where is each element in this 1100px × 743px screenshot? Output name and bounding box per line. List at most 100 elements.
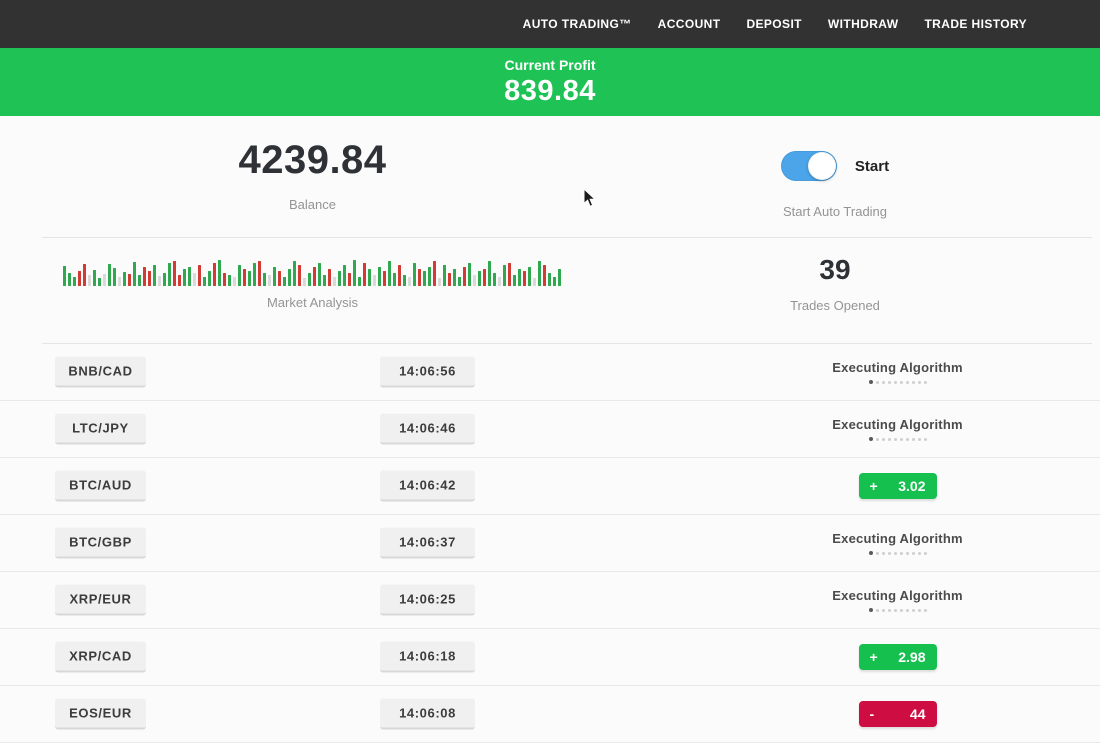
chart-bar xyxy=(188,267,191,286)
chart-bar xyxy=(523,271,526,286)
progress-dot xyxy=(912,552,915,555)
progress-dot xyxy=(918,438,921,441)
trade-status: Executing Algorithm xyxy=(790,401,1005,457)
result-value: 2.98 xyxy=(898,649,925,665)
chart-bar xyxy=(193,273,196,286)
trade-list: BNB/CAD14:06:56Executing AlgorithmLTC/JP… xyxy=(0,344,1100,743)
time-badge: 14:06:37 xyxy=(380,528,475,559)
chart-bar xyxy=(328,269,331,286)
progress-dot xyxy=(888,552,891,555)
progress-dot xyxy=(900,609,903,612)
profit-badge: +2.98 xyxy=(859,644,937,670)
progress-dots xyxy=(869,437,927,441)
pair-badge: BNB/CAD xyxy=(55,357,146,388)
chart-bar xyxy=(268,275,271,286)
progress-dot xyxy=(876,438,879,441)
progress-dot xyxy=(869,551,873,555)
current-profit-banner: Current Profit 839.84 xyxy=(0,48,1100,116)
chart-bar xyxy=(388,261,391,286)
current-profit-label: Current Profit xyxy=(505,57,596,73)
progress-dot xyxy=(869,608,873,612)
result-value: 44 xyxy=(910,706,926,722)
trade-row: BTC/AUD14:06:42+3.02 xyxy=(0,458,1100,515)
account-stats-section: 4239.84 Balance Start Start Auto Trading xyxy=(0,116,1100,237)
chart-bar xyxy=(273,267,276,286)
current-profit-value: 839.84 xyxy=(504,75,596,108)
chart-bar xyxy=(483,269,486,286)
chart-bar xyxy=(108,264,111,286)
trade-row: EOS/EUR14:06:08-44 xyxy=(0,686,1100,743)
auto-trading-toggle[interactable] xyxy=(781,151,837,181)
progress-dot xyxy=(900,438,903,441)
toggle-knob-icon xyxy=(808,152,836,180)
progress-dot xyxy=(906,381,909,384)
executing-algorithm-label: Executing Algorithm xyxy=(832,360,962,375)
progress-dot xyxy=(882,609,885,612)
time-badge: 14:06:56 xyxy=(380,357,475,388)
pair-badge: XRP/EUR xyxy=(55,585,146,616)
chart-bar xyxy=(538,261,541,286)
chart-bar xyxy=(248,271,251,286)
chart-bar xyxy=(293,261,296,286)
result-sign: + xyxy=(870,649,878,665)
time-badge: 14:06:25 xyxy=(380,585,475,616)
toggle-sublabel: Start Auto Trading xyxy=(625,204,1045,219)
chart-bar xyxy=(553,277,556,286)
chart-bar xyxy=(298,265,301,286)
nav-item-withdraw[interactable]: WITHDRAW xyxy=(828,17,899,31)
chart-bar xyxy=(313,267,316,286)
chart-bar xyxy=(243,269,246,286)
trade-row: BNB/CAD 14:06:56 Executing Algorithm xyxy=(0,344,1100,401)
progress-dot xyxy=(894,381,897,384)
chart-bar xyxy=(178,275,181,286)
chart-bar xyxy=(138,275,141,286)
progress-dot xyxy=(888,381,891,384)
chart-bar xyxy=(548,273,551,286)
progress-dot xyxy=(924,609,927,612)
chart-bar xyxy=(438,278,441,286)
chart-bar xyxy=(408,277,411,286)
chart-bar xyxy=(443,265,446,286)
chart-bar xyxy=(508,263,511,286)
chart-bar xyxy=(133,262,136,286)
progress-dots xyxy=(869,551,927,555)
progress-dot xyxy=(918,381,921,384)
chart-bar xyxy=(318,263,321,286)
balance-label: Balance xyxy=(0,197,625,212)
progress-dot xyxy=(918,552,921,555)
nav-item-trade-history[interactable]: TRADE HISTORY xyxy=(924,17,1027,31)
chart-bar xyxy=(73,277,76,286)
chart-bar xyxy=(368,269,371,286)
chart-bar xyxy=(488,261,491,286)
trade-status: +3.02 xyxy=(790,458,1005,514)
chart-bar xyxy=(458,277,461,286)
progress-dot xyxy=(912,609,915,612)
pair-badge: BTC/AUD xyxy=(55,471,146,502)
progress-dot xyxy=(912,438,915,441)
trade-status: -44 xyxy=(790,686,1005,742)
progress-dot xyxy=(900,381,903,384)
chart-bar xyxy=(433,261,436,286)
nav-item-account[interactable]: ACCOUNT xyxy=(658,17,721,31)
nav-item-auto-trading[interactable]: AUTO TRADING™ xyxy=(523,17,632,31)
chart-bar xyxy=(473,275,476,286)
chart-bar xyxy=(78,271,81,286)
chart-bar xyxy=(423,271,426,286)
progress-dot xyxy=(924,552,927,555)
chart-bar xyxy=(153,265,156,286)
progress-dot xyxy=(912,381,915,384)
chart-bar xyxy=(363,263,366,286)
chart-bar xyxy=(453,269,456,286)
chart-bar xyxy=(173,261,176,286)
executing-algorithm-label: Executing Algorithm xyxy=(832,588,962,603)
progress-dot xyxy=(876,381,879,384)
auto-trading-toggle-block: Start Start Auto Trading xyxy=(625,116,1045,237)
chart-bar xyxy=(308,273,311,286)
trade-row: XRP/EUR 14:06:25 Executing Algorithm xyxy=(0,572,1100,629)
nav-item-deposit[interactable]: DEPOSIT xyxy=(746,17,801,31)
market-analysis-chart xyxy=(63,252,563,286)
market-analysis-label: Market Analysis xyxy=(0,295,625,310)
chart-bar xyxy=(163,273,166,286)
chart-bar xyxy=(113,268,116,286)
progress-dot xyxy=(918,609,921,612)
